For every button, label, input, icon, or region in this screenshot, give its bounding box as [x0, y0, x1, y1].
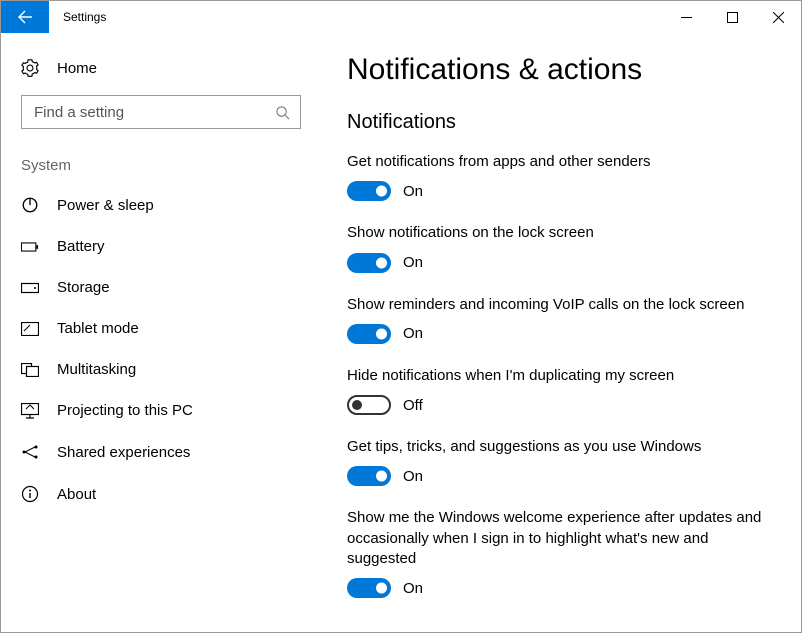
main: Notifications & actions Notifications Ge… — [321, 33, 801, 634]
minimize-button[interactable] — [663, 1, 709, 33]
toggle-knob — [376, 257, 387, 268]
toggle-state-label: On — [403, 183, 423, 200]
setting-label: Show reminders and incoming VoIP calls o… — [347, 295, 775, 315]
sidebar-item-shared-experiences[interactable]: Shared experiences — [1, 431, 321, 473]
storage-icon — [21, 282, 39, 294]
sidebar-item-label: Multitasking — [57, 361, 136, 378]
sidebar-item-label: Tablet mode — [57, 320, 139, 337]
arrow-left-icon — [17, 9, 33, 25]
sidebar-item-power-sleep[interactable]: Power & sleep — [1, 184, 321, 226]
sidebar-item-label: About — [57, 486, 96, 503]
setting-item: Show notifications on the lock screen On — [347, 223, 775, 272]
info-icon — [21, 485, 39, 503]
sidebar-item-label: Battery — [57, 238, 105, 255]
toggle-row: On — [347, 253, 775, 273]
sidebar-item-label: Shared experiences — [57, 444, 190, 461]
toggle-knob — [352, 400, 362, 410]
sidebar-item-tablet-mode[interactable]: Tablet mode — [1, 308, 321, 349]
tablet-icon — [21, 322, 39, 336]
minimize-icon — [681, 12, 692, 23]
window-controls — [663, 1, 801, 33]
close-button[interactable] — [755, 1, 801, 33]
search-icon — [275, 105, 290, 120]
settings-list: Get notifications from apps and other se… — [347, 152, 775, 598]
window-title: Settings — [49, 1, 120, 33]
back-button[interactable] — [1, 1, 49, 33]
sidebar-home-label: Home — [57, 60, 97, 77]
sidebar: Home System Power & sleep Battery Storag… — [1, 33, 321, 634]
search-box[interactable] — [21, 95, 301, 129]
toggle-switch[interactable] — [347, 324, 391, 344]
close-icon — [773, 12, 784, 23]
setting-item: Get notifications from apps and other se… — [347, 152, 775, 201]
toggle-row: On — [347, 578, 775, 598]
power-icon — [21, 196, 39, 214]
toggle-row: On — [347, 324, 775, 344]
setting-label: Hide notifications when I'm duplicating … — [347, 366, 775, 386]
toggle-switch[interactable] — [347, 578, 391, 598]
setting-item: Get tips, tricks, and suggestions as you… — [347, 437, 775, 486]
content: Home System Power & sleep Battery Storag… — [1, 33, 801, 634]
sidebar-item-storage[interactable]: Storage — [1, 267, 321, 308]
titlebar: Settings — [1, 1, 801, 33]
toggle-state-label: On — [403, 580, 423, 597]
toggle-switch[interactable] — [347, 395, 391, 415]
toggle-state-label: On — [403, 254, 423, 271]
toggle-state-label: On — [403, 468, 423, 485]
setting-label: Show notifications on the lock screen — [347, 223, 775, 243]
battery-icon — [21, 241, 39, 253]
toggle-switch[interactable] — [347, 466, 391, 486]
toggle-row: On — [347, 466, 775, 486]
toggle-knob — [376, 471, 387, 482]
sidebar-item-battery[interactable]: Battery — [1, 226, 321, 267]
sidebar-item-about[interactable]: About — [1, 473, 321, 515]
projecting-icon — [21, 403, 39, 419]
setting-label: Get tips, tricks, and suggestions as you… — [347, 437, 775, 457]
section-title: Notifications — [347, 111, 775, 134]
sidebar-item-label: Storage — [57, 279, 110, 296]
titlebar-spacer — [120, 1, 663, 33]
page-title: Notifications & actions — [347, 53, 775, 87]
sidebar-item-projecting[interactable]: Projecting to this PC — [1, 390, 321, 431]
setting-label: Show me the Windows welcome experience a… — [347, 508, 775, 569]
shared-icon — [21, 443, 39, 461]
setting-item: Hide notifications when I'm duplicating … — [347, 366, 775, 415]
toggle-knob — [376, 328, 387, 339]
toggle-switch[interactable] — [347, 181, 391, 201]
maximize-button[interactable] — [709, 1, 755, 33]
sidebar-item-multitasking[interactable]: Multitasking — [1, 349, 321, 390]
sidebar-item-label: Projecting to this PC — [57, 402, 193, 419]
sidebar-item-label: Power & sleep — [57, 197, 154, 214]
toggle-switch[interactable] — [347, 253, 391, 273]
toggle-knob — [376, 583, 387, 594]
toggle-row: Off — [347, 395, 775, 415]
gear-icon — [21, 59, 39, 77]
setting-label: Get notifications from apps and other se… — [347, 152, 775, 172]
toggle-state-label: On — [403, 325, 423, 342]
multitasking-icon — [21, 363, 39, 377]
sidebar-group-title: System — [1, 157, 321, 184]
setting-item: Show reminders and incoming VoIP calls o… — [347, 295, 775, 344]
toggle-state-label: Off — [403, 397, 423, 414]
setting-item: Show me the Windows welcome experience a… — [347, 508, 775, 598]
maximize-icon — [727, 12, 738, 23]
sidebar-home[interactable]: Home — [1, 49, 321, 95]
toggle-row: On — [347, 181, 775, 201]
search-input[interactable] — [32, 103, 275, 122]
toggle-knob — [376, 186, 387, 197]
